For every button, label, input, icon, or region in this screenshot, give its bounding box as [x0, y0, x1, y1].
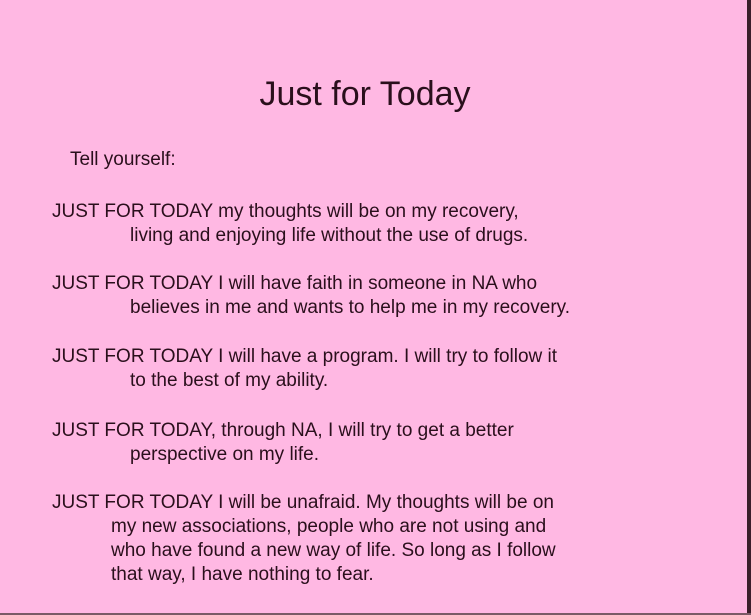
paragraph-first-line: JUST FOR TODAY my thoughts will be on my… [52, 201, 519, 222]
paragraph-continuation-line: perspective on my life. [130, 444, 320, 465]
paragraph-continuation-line: who have found a new way of life. So lon… [111, 540, 556, 561]
paragraph-continuation-line: to the best of my ability. [130, 370, 329, 391]
paragraph-1: JUST FOR TODAY my thoughts will be on my… [52, 200, 528, 248]
document-page: Just for Today Tell yourself: JUST FOR T… [0, 0, 751, 615]
paragraph-first-line: JUST FOR TODAY I will have faith in some… [52, 273, 538, 294]
paragraph-first-line: JUST FOR TODAY, through NA, I will try t… [52, 420, 514, 441]
paragraph-continuation-line: living and enjoying life without the use… [130, 225, 529, 246]
paragraph-first-line: JUST FOR TODAY I will have a program. I … [52, 346, 558, 367]
window-right-border [747, 0, 751, 615]
paragraph-3: JUST FOR TODAY I will have a program. I … [52, 345, 557, 393]
paragraph-first-line: JUST FOR TODAY I will be unafraid. My th… [52, 492, 554, 513]
intro-text: Tell yourself: [70, 149, 176, 170]
paragraph-continuation-line: my new associations, people who are not … [111, 516, 547, 537]
paragraph-5: JUST FOR TODAY I will be unafraid. My th… [52, 491, 556, 587]
paragraph-4: JUST FOR TODAY, through NA, I will try t… [52, 419, 514, 467]
paragraph-2: JUST FOR TODAY I will have faith in some… [52, 272, 570, 320]
page-title: Just for Today [259, 75, 471, 113]
paragraph-continuation-line: believes in me and wants to help me in m… [130, 297, 571, 318]
paragraph-continuation-line: that way, I have nothing to fear. [111, 564, 374, 585]
